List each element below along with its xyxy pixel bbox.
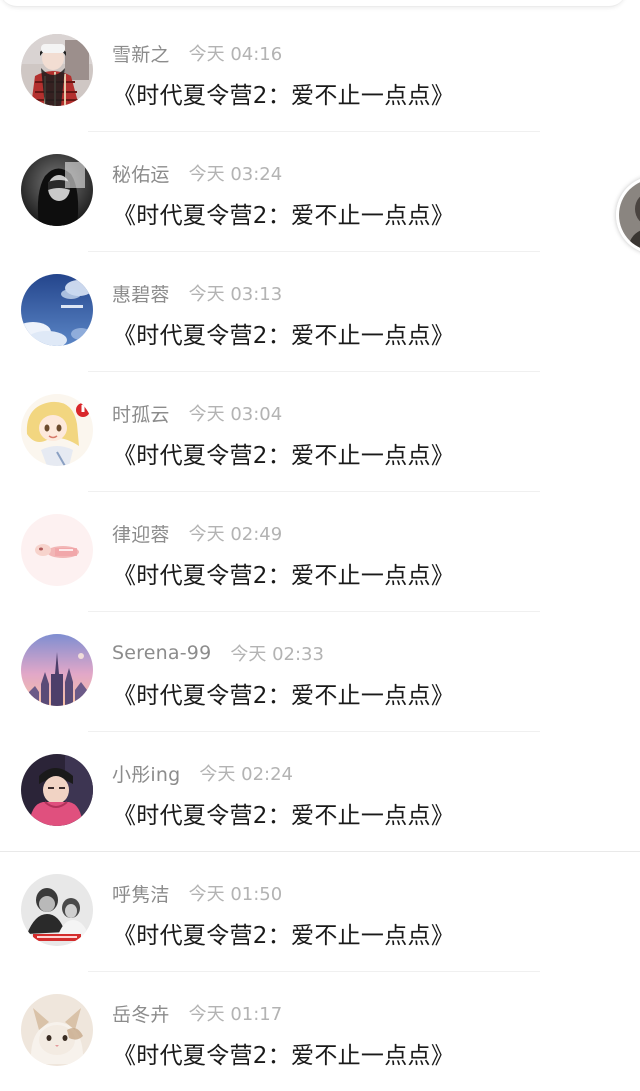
avatar-boy-pink-hoodie-icon[interactable] [21, 754, 93, 826]
timestamp: 今天 03:13 [188, 284, 283, 305]
comment-row[interactable]: 雪新之 今天 04:16 《时代夏令营2：爱不止一点点》 [0, 0, 640, 132]
comment-text[interactable]: 《时代夏令营2：爱不止一点点》 [113, 196, 454, 230]
comment-meta: 时孤云 今天 03:04 [112, 400, 283, 427]
avatar-castle-sunset-icon[interactable] [21, 634, 93, 706]
comment-row[interactable]: 时孤云 今天 03:04 《时代夏令营2：爱不止一点点》 [0, 360, 640, 492]
comment-text[interactable]: 《时代夏令营2：爱不止一点点》 [113, 916, 454, 950]
comment-text[interactable]: 《时代夏令营2：爱不止一点点》 [113, 556, 454, 590]
avatar-people-grayscale-icon[interactable] [21, 874, 93, 946]
timestamp: 今天 02:24 [199, 764, 293, 785]
comment-text[interactable]: 《时代夏令营2：爱不止一点点》 [113, 676, 454, 710]
username[interactable]: 雪新之 [112, 40, 170, 67]
avatar-anime-girl-icon[interactable] [21, 394, 93, 466]
username[interactable]: 律迎蓉 [112, 520, 170, 547]
comment-meta: 小彤ing 今天 02:24 [112, 760, 293, 787]
username[interactable]: Serena-99 [112, 642, 211, 664]
username[interactable]: 秘佑运 [112, 160, 170, 187]
username[interactable]: 小彤ing [112, 760, 180, 787]
username[interactable]: 呼隽洁 [112, 880, 170, 907]
comment-row[interactable]: Serena-99 今天 02:33 《时代夏令营2：爱不止一点点》 [0, 600, 640, 732]
username[interactable]: 岳冬卉 [112, 1000, 170, 1027]
timestamp: 今天 01:17 [188, 1004, 283, 1025]
comment-text[interactable]: 《时代夏令营2：爱不止一点点》 [113, 436, 454, 470]
username[interactable]: 时孤云 [112, 400, 170, 427]
comment-meta: 秘佑运 今天 03:24 [112, 160, 283, 187]
timestamp: 今天 03:24 [188, 164, 283, 185]
comment-meta: 惠碧蓉 今天 03:13 [112, 280, 283, 307]
timestamp: 今天 03:04 [188, 404, 283, 425]
comment-meta: 呼隽洁 今天 01:50 [112, 880, 283, 907]
comment-text[interactable]: 《时代夏令营2：爱不止一点点》 [113, 76, 454, 110]
comment-page: 雪新之 今天 04:16 《时代夏令营2：爱不止一点点》 秘佑运 今天 03:2… [0, 0, 640, 1091]
comment-text[interactable]: 《时代夏令营2：爱不止一点点》 [113, 316, 454, 350]
timestamp: 今天 02:49 [188, 524, 283, 545]
timestamp: 今天 04:16 [188, 44, 283, 65]
comment-meta: 律迎蓉 今天 02:49 [112, 520, 283, 547]
timestamp: 今天 02:33 [230, 644, 324, 665]
comment-meta: 岳冬卉 今天 01:17 [112, 1000, 283, 1027]
comment-text[interactable]: 《时代夏令营2：爱不止一点点》 [113, 796, 454, 830]
comment-row[interactable]: 律迎蓉 今天 02:49 《时代夏令营2：爱不止一点点》 [0, 480, 640, 612]
comment-row[interactable]: 小彤ing 今天 02:24 《时代夏令营2：爱不止一点点》 [0, 720, 640, 852]
comment-row[interactable]: 惠碧蓉 今天 03:13 《时代夏令营2：爱不止一点点》 [0, 240, 640, 372]
username[interactable]: 惠碧蓉 [112, 280, 170, 307]
avatar-masked-face-icon[interactable] [21, 154, 93, 226]
comment-row[interactable]: 呼隽洁 今天 01:50 《时代夏令营2：爱不止一点点》 [0, 840, 640, 972]
comment-row[interactable]: 岳冬卉 今天 01:17 《时代夏令营2：爱不止一点点》 [0, 960, 640, 1079]
timestamp: 今天 01:50 [188, 884, 283, 905]
avatar-kitten-icon[interactable] [21, 994, 93, 1066]
avatar-blue-sky-icon[interactable] [21, 274, 93, 346]
avatar-girl-plaid-icon[interactable] [21, 34, 93, 106]
comment-meta: Serena-99 今天 02:33 [112, 642, 324, 665]
comment-text[interactable]: 《时代夏令营2：爱不止一点点》 [113, 1036, 454, 1070]
comment-row[interactable]: 秘佑运 今天 03:24 《时代夏令营2：爱不止一点点》 [0, 120, 640, 252]
avatar-pink-cartoon-icon[interactable] [21, 514, 93, 586]
comment-meta: 雪新之 今天 04:16 [112, 40, 283, 67]
